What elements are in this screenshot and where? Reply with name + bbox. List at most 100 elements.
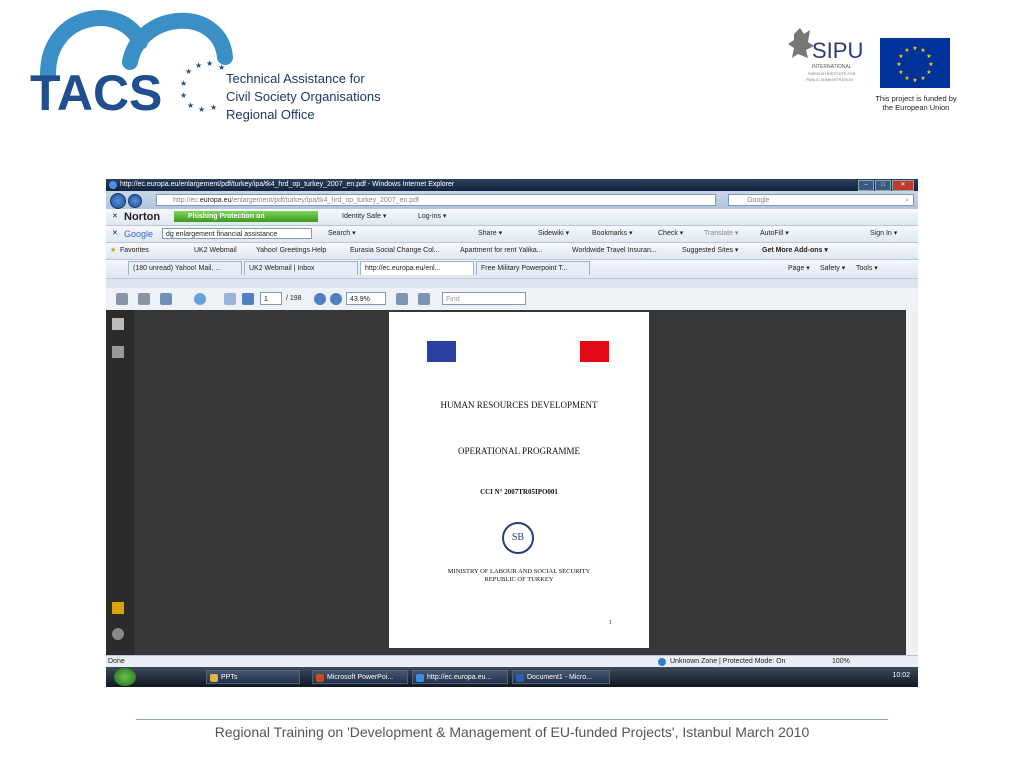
svg-text:★: ★ [912,45,917,52]
footer-text: Regional Training on 'Development & Mana… [214,724,810,740]
ie-task-icon [416,674,424,682]
fav-eurasia[interactable]: Eurasia Social Change Col... [350,243,440,259]
sign-icon[interactable] [194,293,206,305]
print-icon[interactable] [116,293,128,305]
phishing-protection-button[interactable]: Phishing Protection on [174,211,318,222]
svg-text:★: ★ [904,75,909,82]
fav-apartment[interactable]: Apartment for rent Yalika... [460,243,543,259]
doc-republic: REPUBLIC OF TURKEY [484,576,554,583]
vertical-scrollbar[interactable] [906,310,918,655]
svg-text:★: ★ [218,63,225,72]
svg-text:★: ★ [206,59,213,68]
svg-text:★: ★ [185,67,192,76]
task-powerpoint-label: Microsoft PowerPoi... [327,674,394,681]
google-brand: Google [124,229,154,239]
fav-uk2-webmail[interactable]: UK2 Webmail [194,243,237,259]
svg-text:★: ★ [920,47,925,54]
google-search-button[interactable]: Search ▾ [328,226,356,242]
svg-text:★: ★ [926,53,931,60]
fit-page-icon[interactable] [418,293,430,305]
email-icon[interactable] [160,293,172,305]
google-autofill-button[interactable]: AutoFill ▾ [760,226,789,242]
sipu-sub-1: INTERNATIONAL [812,64,852,70]
seal-text: SB [511,532,525,543]
google-sidewiki-button[interactable]: Sidewiki ▾ [538,226,569,242]
fav-get-more-addons[interactable]: Get More Add-ons ▾ [762,243,828,259]
google-bookmarks-button[interactable]: Bookmarks ▾ [592,226,632,242]
save-icon[interactable] [138,293,150,305]
task-ie[interactable]: http://ec.europa.eu... [412,670,508,684]
google-signin-button[interactable]: Sign In ▾ [870,226,897,242]
doc-page-number: 1 [609,620,612,626]
page-number-input[interactable]: 1 [260,292,282,305]
attachment-icon[interactable] [112,628,124,640]
find-input[interactable]: Find [442,292,526,305]
word-icon [516,674,524,682]
doc-ministry: MINISTRY OF LABOUR AND SOCIAL SECURITY [447,568,591,575]
logins-button[interactable]: Log-ins ▾ [418,209,446,225]
fav-suggested-sites[interactable]: Suggested Sites ▾ [682,243,738,259]
svg-text:★: ★ [195,61,202,70]
google-check-button[interactable]: Check ▾ [658,226,683,242]
page-total: / 198 [286,295,302,302]
start-button[interactable] [114,668,136,686]
tab-row: (180 unread) Yahoo! Mail, ... UK2 Webmai… [106,260,918,279]
identity-safe-button[interactable]: Identity Safe ▾ [342,209,386,225]
back-button[interactable] [110,193,126,209]
svg-text:★: ★ [896,61,901,68]
doc-title-1: HUMAN RESOURCES DEVELOPMENT [440,400,598,410]
google-toolbar: ✕ Google dg enlargement financial assist… [106,226,918,243]
search-placeholder: Google [747,197,770,204]
google-share-button[interactable]: Share ▾ [478,226,502,242]
previous-page-icon[interactable] [224,293,236,305]
eu-flag-icon [427,341,456,362]
search-icon[interactable]: ⌕ [905,195,909,207]
zoom-out-icon[interactable] [314,293,326,305]
search-box[interactable]: Google ⌕ [728,194,914,206]
next-page-icon[interactable] [242,293,254,305]
svg-text:★: ★ [920,75,925,82]
favorites-bar: ★ Favorites UK2 Webmail Yahoo! Greetings… [106,243,918,260]
address-row: http://ec.europa.eu/enlargement/pdf/turk… [106,191,918,209]
doc-title-2: OPERATIONAL PROGRAMME [458,446,580,456]
svg-text:★: ★ [180,79,187,88]
minimize-button[interactable]: – [858,180,874,191]
command-page[interactable]: Page ▾ [788,260,810,278]
close-google-toolbar-icon[interactable]: ✕ [112,226,118,242]
comments-icon[interactable] [112,602,124,614]
favorites-button[interactable]: Favorites [120,243,149,259]
ie-icon [109,181,117,189]
fit-width-icon[interactable] [396,293,408,305]
pages-panel-icon[interactable] [112,318,124,330]
folder-icon [210,674,218,682]
close-button[interactable]: ✕ [892,180,914,191]
pdf-toolbar: 1 / 198 43.9% Find [106,288,918,311]
google-translate-button[interactable]: Translate ▾ [704,226,738,242]
tab-uk2-webmail[interactable]: UK2 Webmail | Inbox [244,261,358,275]
task-ppts[interactable]: PPTs [206,670,300,684]
command-safety[interactable]: Safety ▾ [820,260,845,278]
forward-button[interactable] [128,194,142,208]
eu-flag: ★ ★ ★ ★ ★ ★ ★ ★ ★ ★ ★ ★ [880,38,950,88]
zoom-select[interactable]: 43.9% [346,292,386,305]
svg-text:★: ★ [898,53,903,60]
binoculars-icon[interactable] [112,346,124,358]
tab-yahoo-mail[interactable]: (180 unread) Yahoo! Mail, ... [128,261,242,275]
zoom-in-icon[interactable] [330,293,342,305]
close-toolbar-icon[interactable]: ✕ [112,209,118,225]
fav-travel-insurance[interactable]: Worldwide Travel Insuran... [572,243,657,259]
fav-yahoo-greetings[interactable]: Yahoo! Greetings Help [256,243,326,259]
command-tools[interactable]: Tools ▾ [856,260,878,278]
task-word[interactable]: Document1 - Micro... [512,670,610,684]
svg-text:★: ★ [210,103,217,112]
pdf-page: HUMAN RESOURCES DEVELOPMENT OPERATIONAL … [389,312,649,648]
address-bar[interactable]: http://ec.europa.eu/enlargement/pdf/turk… [156,194,716,206]
google-query-input[interactable]: dg enlargement financial assistance [162,228,312,239]
tab-europa-pdf[interactable]: http://ec.europa.eu/enl... [360,261,474,275]
task-word-label: Document1 - Micro... [527,674,592,681]
maximize-button[interactable]: □ [875,180,891,191]
tab-military-powerpoint[interactable]: Free Military Powerpoint T... [476,261,590,275]
task-powerpoint[interactable]: Microsoft PowerPoi... [312,670,408,684]
clock[interactable]: 10:02 [892,672,910,679]
phishing-label: Phishing Protection on [188,213,265,220]
